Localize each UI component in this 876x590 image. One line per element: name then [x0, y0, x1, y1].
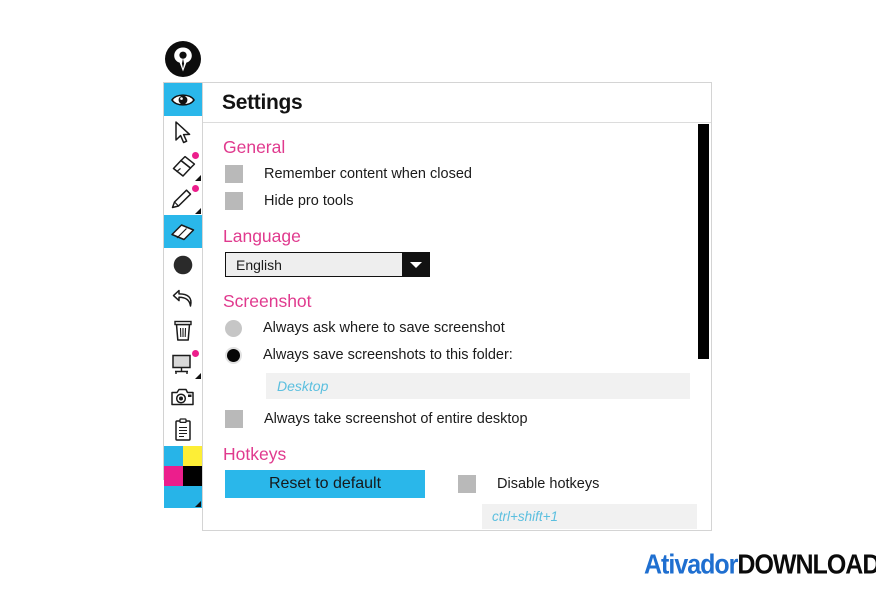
undo-icon [172, 289, 192, 307]
option-entire-desktop[interactable]: Always take screenshot of entire desktop [225, 408, 711, 430]
pro-badge-dot [192, 350, 199, 357]
hotkey-input[interactable]: ctrl+shift+1 [482, 504, 706, 529]
pen-nib-circle-logo [165, 41, 201, 77]
tool-shape[interactable] [164, 248, 202, 281]
option-hide-pro-tools[interactable]: Hide pro tools [225, 190, 711, 212]
option-remember-content[interactable]: Remember content when closed [225, 163, 711, 185]
color-options-triangle[interactable] [195, 501, 201, 507]
checkbox-remember-content[interactable] [225, 165, 243, 183]
tool-whiteboard[interactable] [164, 347, 202, 380]
swatch-current-color[interactable] [164, 486, 202, 508]
eraser-icon [171, 223, 195, 240]
color-swatch[interactable] [164, 446, 202, 508]
tool-options-triangle[interactable] [195, 208, 201, 214]
swatch-yellow[interactable] [183, 446, 202, 466]
clipboard-icon [175, 417, 191, 441]
checkbox-entire-desktop[interactable] [225, 410, 243, 428]
option-save-to-folder[interactable]: Always save screenshots to this folder: [225, 344, 711, 366]
eye-icon [171, 93, 195, 106]
camera-icon [171, 388, 194, 405]
watermark-domain: DOWNLOADS.COM [737, 549, 876, 581]
chevron-down-icon[interactable] [402, 253, 429, 276]
option-always-ask-location[interactable]: Always ask where to save screenshot [225, 317, 711, 339]
label-remember-content: Remember content when closed [264, 166, 472, 182]
label-save-to-folder: Always save screenshots to this folder: [263, 347, 513, 363]
radio-always-ask-location[interactable] [225, 319, 242, 337]
swatch-black[interactable] [183, 466, 202, 486]
section-heading-screenshot: Screenshot [223, 291, 312, 311]
page-title: Settings [222, 90, 303, 114]
tool-options-triangle[interactable] [195, 175, 201, 181]
panel-scroll-thumb[interactable] [698, 124, 709, 359]
tool-eye[interactable] [164, 83, 202, 116]
language-selected-value: English [236, 256, 282, 273]
radio-save-to-folder[interactable] [225, 346, 242, 364]
label-always-ask-location: Always ask where to save screenshot [263, 320, 505, 336]
label-hide-pro-tools: Hide pro tools [264, 193, 354, 209]
tool-pencil[interactable] [164, 182, 202, 215]
checkbox-disable-hotkeys[interactable] [458, 475, 476, 493]
panel-header: Settings [203, 83, 711, 123]
tool-screenshot[interactable] [164, 380, 202, 413]
pro-badge-dot [192, 152, 199, 159]
pro-badge-dot [192, 185, 199, 192]
hotkeys-row: Reset to default Disable hotkeys ctrl+sh… [225, 470, 711, 530]
swatch-cyan[interactable] [164, 446, 183, 466]
panel-body: General Remember content when closed Hid… [203, 123, 711, 530]
swatch-magenta[interactable] [164, 466, 183, 486]
tool-undo[interactable] [164, 281, 202, 314]
tool-options-triangle[interactable] [195, 373, 201, 379]
language-select[interactable]: English [225, 252, 430, 277]
trash-icon [174, 320, 192, 341]
tool-clear[interactable] [164, 314, 202, 347]
cursor-icon [175, 120, 191, 143]
tool-sidebar[interactable] [163, 82, 203, 508]
option-disable-hotkeys[interactable]: Disable hotkeys [458, 470, 706, 498]
tool-eraser[interactable] [164, 215, 202, 248]
circle-icon [173, 255, 193, 274]
settings-panel: Settings General Remember content when c… [202, 82, 712, 531]
watermark-brand: Ativador [644, 549, 738, 581]
section-heading-hotkeys: Hotkeys [223, 444, 287, 464]
watermark: AtivadorDOWNLOADS.COM [644, 549, 876, 581]
app-logo [164, 40, 202, 78]
hotkeys-right-column: Disable hotkeys ctrl+shift+1 [458, 470, 706, 530]
folder-path-input[interactable]: Desktop [266, 373, 690, 399]
label-entire-desktop: Always take screenshot of entire desktop [264, 411, 528, 427]
tool-cursor[interactable] [164, 116, 202, 149]
section-heading-language: Language [223, 226, 301, 246]
label-disable-hotkeys: Disable hotkeys [497, 476, 600, 492]
tool-marker[interactable] [164, 149, 202, 182]
panel-scrollbar[interactable] [697, 124, 710, 529]
section-heading-general: General [223, 137, 286, 157]
checkbox-hide-pro-tools[interactable] [225, 192, 243, 210]
reset-to-default-button[interactable]: Reset to default [225, 470, 425, 498]
tool-clipboard[interactable] [164, 413, 202, 446]
